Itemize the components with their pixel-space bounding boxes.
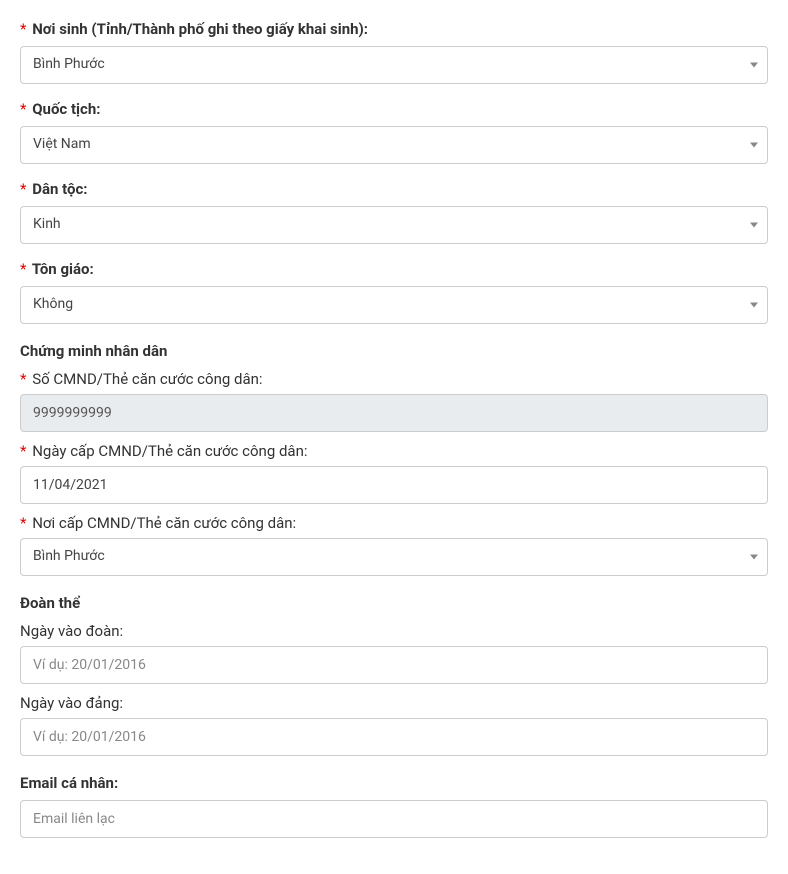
id-issue-place-label: * Nơi cấp CMND/Thẻ căn cước công dân:: [20, 514, 768, 532]
party-group: Ngày vào đảng:: [20, 694, 768, 756]
email-input[interactable]: [20, 800, 768, 838]
nationality-label-text: Quốc tịch:: [32, 100, 100, 118]
id-issue-place-select[interactable]: Bình Phước: [20, 538, 768, 576]
required-mark: *: [20, 514, 26, 532]
id-issue-date-label-text: Ngày cấp CMND/Thẻ căn cước công dân:: [32, 442, 307, 460]
ethnicity-label-text: Dân tộc:: [32, 180, 87, 198]
religion-value: Không: [20, 286, 768, 324]
youth-union-label: Ngày vào đoàn:: [20, 622, 768, 640]
required-mark: *: [20, 180, 26, 198]
email-label: Email cá nhân:: [20, 774, 768, 792]
org-section-heading: Đoàn thể: [20, 594, 768, 612]
religion-select[interactable]: Không: [20, 286, 768, 324]
ethnicity-value: Kinh: [20, 206, 768, 244]
youth-union-group: Ngày vào đoàn:: [20, 622, 768, 684]
ethnicity-label: * Dân tộc:: [20, 180, 768, 198]
religion-label-text: Tôn giáo:: [32, 260, 94, 278]
nationality-group: * Quốc tịch: Việt Nam: [20, 100, 768, 164]
youth-union-input[interactable]: [20, 646, 768, 684]
ethnicity-select[interactable]: Kinh: [20, 206, 768, 244]
birthplace-label: * Nơi sinh (Tỉnh/Thành phố ghi theo giấy…: [20, 20, 768, 38]
birthplace-value: Bình Phước: [20, 46, 768, 84]
id-number-label: * Số CMND/Thẻ căn cước công dân:: [20, 370, 768, 388]
id-issue-date-input[interactable]: [20, 466, 768, 504]
id-issue-place-label-text: Nơi cấp CMND/Thẻ căn cước công dân:: [32, 514, 296, 532]
nationality-select[interactable]: Việt Nam: [20, 126, 768, 164]
required-mark: *: [20, 100, 26, 118]
religion-group: * Tôn giáo: Không: [20, 260, 768, 324]
id-issue-place-group: * Nơi cấp CMND/Thẻ căn cước công dân: Bì…: [20, 514, 768, 576]
birthplace-select[interactable]: Bình Phước: [20, 46, 768, 84]
email-group: Email cá nhân:: [20, 774, 768, 838]
birthplace-label-text: Nơi sinh (Tỉnh/Thành phố ghi theo giấy k…: [32, 20, 368, 38]
required-mark: *: [20, 260, 26, 278]
id-number-label-text: Số CMND/Thẻ căn cước công dân:: [32, 370, 262, 388]
id-issue-date-label: * Ngày cấp CMND/Thẻ căn cước công dân:: [20, 442, 768, 460]
nationality-value: Việt Nam: [20, 126, 768, 164]
birthplace-group: * Nơi sinh (Tỉnh/Thành phố ghi theo giấy…: [20, 20, 768, 84]
religion-label: * Tôn giáo:: [20, 260, 768, 278]
party-input[interactable]: [20, 718, 768, 756]
party-label: Ngày vào đảng:: [20, 694, 768, 712]
id-number-group: * Số CMND/Thẻ căn cước công dân:: [20, 370, 768, 432]
nationality-label: * Quốc tịch:: [20, 100, 768, 118]
id-issue-place-value: Bình Phước: [20, 538, 768, 576]
id-number-input: [20, 394, 768, 432]
required-mark: *: [20, 370, 26, 388]
id-issue-date-group: * Ngày cấp CMND/Thẻ căn cước công dân:: [20, 442, 768, 504]
ethnicity-group: * Dân tộc: Kinh: [20, 180, 768, 244]
id-section-heading: Chứng minh nhân dân: [20, 342, 768, 360]
required-mark: *: [20, 20, 26, 38]
required-mark: *: [20, 442, 26, 460]
